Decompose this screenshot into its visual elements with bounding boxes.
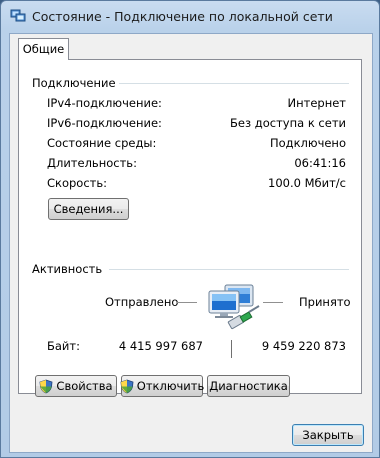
properties-button[interactable]: Свойства (35, 375, 117, 397)
disable-button[interactable]: Отключить (120, 375, 205, 397)
ipv6-label: IPv6-подключение: (47, 116, 162, 130)
ipv4-value: Интернет (287, 96, 347, 110)
tab-panel-general: Подключение IPv4-подключение: Интернет I… (18, 59, 362, 397)
activity-divider-vertical (231, 340, 232, 358)
activity-group-divider (109, 269, 349, 270)
diagnose-button[interactable]: Диагностика (207, 375, 290, 397)
activity-group-title: Активность (32, 262, 103, 276)
tab-general[interactable]: Общие (18, 38, 69, 60)
connection-group-divider (119, 83, 349, 84)
duration-label: Длительность: (47, 156, 137, 170)
dialog-client-area: Общие Подключение IPv4-подключение: Инте… (9, 33, 373, 453)
ipv4-label: IPv4-подключение: (47, 96, 162, 110)
sent-connector-line (177, 302, 197, 303)
disable-button-label: Отключить (136, 379, 205, 393)
properties-button-label: Свойства (56, 379, 113, 393)
received-connector-line (263, 302, 283, 303)
media-state-value: Подключено (269, 136, 346, 150)
bytes-sent-value: 4 415 997 687 (118, 339, 203, 353)
uac-shield-icon (39, 379, 53, 393)
ipv6-value: Без доступа к сети (230, 116, 346, 130)
uac-shield-icon (120, 379, 134, 393)
received-label: Принято (299, 295, 351, 309)
sent-label: Отправлено (105, 295, 179, 309)
status-window: Состояние - Подключение по локальной сет… (0, 0, 380, 458)
speed-label: Скорость: (47, 176, 108, 190)
network-computers-icon (208, 284, 260, 330)
speed-value: 100.0 Мбит/с (268, 176, 346, 190)
bytes-label: Байт: (47, 339, 80, 353)
window-title: Состояние - Подключение по локальной сет… (32, 9, 333, 24)
close-button[interactable]: Закрыть (292, 424, 364, 446)
duration-value: 06:41:16 (294, 156, 346, 170)
network-icon (10, 9, 26, 22)
media-state-label: Состояние среды: (47, 136, 157, 150)
connection-group-title: Подключение (32, 76, 116, 90)
title-bar[interactable]: Состояние - Подключение по локальной сет… (1, 1, 379, 33)
details-button[interactable]: Сведения... (48, 198, 129, 220)
bytes-received-value: 9 459 220 873 (261, 339, 346, 353)
